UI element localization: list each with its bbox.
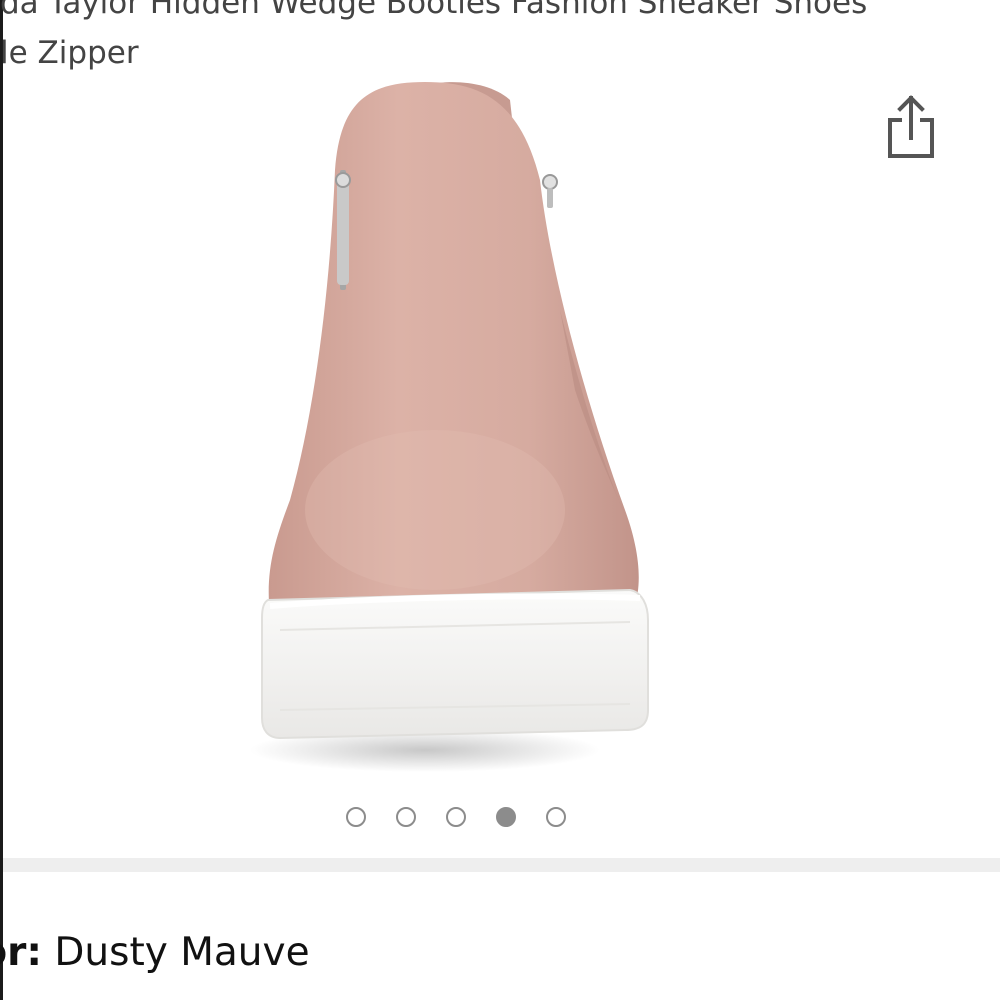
share-button[interactable] bbox=[878, 88, 942, 162]
carousel-dot-2[interactable] bbox=[396, 807, 416, 827]
screen-edge bbox=[0, 0, 3, 1000]
sneaker-illustration bbox=[250, 82, 649, 772]
carousel-dot-3[interactable] bbox=[446, 807, 466, 827]
product-title: da Taylor Hidden Wedge Booties Fashion S… bbox=[0, 0, 868, 71]
carousel-dot-4[interactable] bbox=[496, 807, 516, 827]
image-carousel-indicator bbox=[0, 807, 1000, 833]
carousel-dots bbox=[346, 807, 566, 833]
carousel-dot-5[interactable] bbox=[546, 807, 566, 827]
carousel-dot-1[interactable] bbox=[346, 807, 366, 827]
share-icon bbox=[888, 95, 934, 158]
section-divider bbox=[3, 858, 1000, 872]
color-selector[interactable]: lor: Dusty Mauve bbox=[0, 925, 310, 981]
color-label: lor: bbox=[0, 930, 42, 975]
product-image[interactable] bbox=[220, 70, 690, 790]
color-value: Dusty Mauve bbox=[54, 930, 310, 975]
